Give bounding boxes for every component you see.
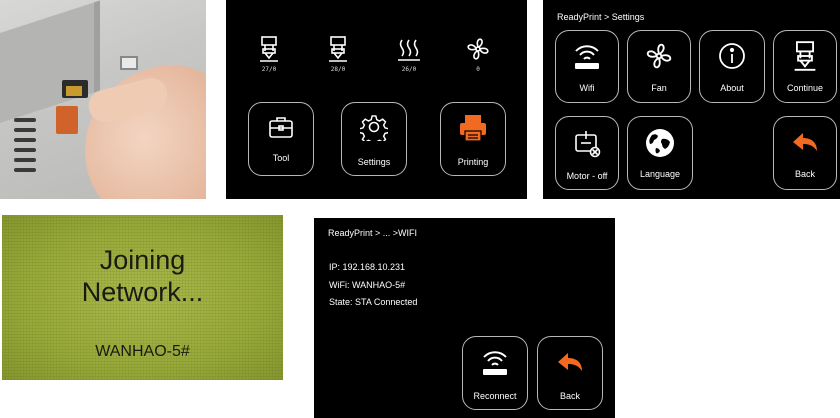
back-button-label: Back: [794, 169, 815, 179]
toolbox-icon: [269, 117, 293, 138]
continue-button-label: Continue: [786, 83, 824, 93]
nozzle-icon: [329, 36, 347, 62]
lcd-network-name: WANHAO-5#: [95, 343, 190, 360]
home-screen: 27/0 28/0 26/0 0 Tool Settings Printing: [226, 0, 527, 199]
breadcrumb: ReadyPrint > ... >WIFI: [328, 228, 418, 238]
ip-address: IP: 192.168.10.231: [329, 262, 406, 272]
fan-button-label: Fan: [651, 83, 667, 93]
reconnect-button-label: Reconnect: [473, 391, 517, 401]
back-arrow-icon: [558, 353, 582, 371]
printer-chassis: [0, 0, 100, 130]
lcd-display: Joining Network... WANHAO-5#: [2, 215, 283, 380]
nozzle1-temp-value: 27/0: [261, 66, 277, 73]
settings-button[interactable]: Settings: [341, 102, 407, 176]
printer-icon: [460, 115, 486, 142]
about-button-label: About: [720, 83, 744, 93]
vent-slot: [14, 158, 36, 162]
continue-button[interactable]: Continue: [773, 30, 837, 103]
vent-slot: [14, 138, 36, 142]
wifi-button[interactable]: Wifi: [555, 30, 619, 103]
gear-icon: [360, 115, 388, 141]
nozzle2-temp-value: 28/0: [330, 66, 346, 73]
back-button[interactable]: Back: [537, 336, 603, 410]
wifi-router-icon: [483, 351, 507, 375]
tool-button[interactable]: Tool: [248, 102, 314, 176]
motor-off-icon: [575, 131, 601, 158]
nozzle-icon: [260, 36, 278, 62]
info-icon: [719, 43, 745, 69]
sd-card-photo: [0, 0, 206, 199]
globe-icon: [646, 129, 674, 157]
fan-icon: [467, 38, 489, 60]
printing-button[interactable]: Printing: [440, 102, 506, 176]
nozzle-icon: [794, 41, 816, 71]
about-button[interactable]: About: [699, 30, 765, 103]
connection-state: State: STA Connected: [329, 297, 418, 307]
wifi-ssid: WiFi: WANHAO-5#: [329, 280, 406, 290]
fan-icon: [646, 43, 672, 69]
fan-speed: 0: [458, 36, 498, 73]
vent-slot: [14, 118, 36, 122]
breadcrumb: ReadyPrint > Settings: [557, 12, 645, 22]
wifi-router-icon: [575, 45, 599, 69]
lcd-line-1: Joining: [99, 245, 186, 275]
fan-speed-value: 0: [476, 66, 480, 73]
reconnect-button[interactable]: Reconnect: [462, 336, 528, 410]
wifi-screen: ReadyPrint > ... >WIFI IP: 192.168.10.23…: [314, 218, 615, 418]
vent-slot: [14, 148, 36, 152]
tool-button-label: Tool: [272, 153, 290, 163]
motor-off-button[interactable]: Motor - off: [555, 116, 619, 190]
lcd-line-2: Network...: [81, 277, 204, 307]
bed-temp-value: 26/0: [401, 66, 417, 73]
vent-slot: [14, 168, 36, 172]
settings-button-label: Settings: [357, 157, 391, 167]
fan-button[interactable]: Fan: [627, 30, 691, 103]
bed-temp: 26/0: [389, 36, 429, 73]
printing-button-label: Printing: [457, 157, 489, 167]
nozzle2-temp: 28/0: [318, 36, 358, 73]
sd-card: [66, 86, 82, 96]
usb-port: [120, 56, 138, 70]
vent-slot: [14, 128, 36, 132]
motor-off-button-label: Motor - off: [566, 171, 608, 181]
back-arrow-icon: [793, 133, 817, 151]
nozzle1-temp: 27/0: [249, 36, 289, 73]
sd-card-tab: [56, 106, 78, 134]
language-button-label: Language: [639, 169, 681, 179]
heatbed-icon: [398, 39, 420, 61]
wifi-button-label: Wifi: [579, 83, 595, 93]
back-button[interactable]: Back: [773, 116, 837, 190]
back-button-label: Back: [559, 391, 580, 401]
language-button[interactable]: Language: [627, 116, 693, 190]
settings-screen: ReadyPrint > Settings Wifi Fan About Con…: [543, 0, 840, 199]
